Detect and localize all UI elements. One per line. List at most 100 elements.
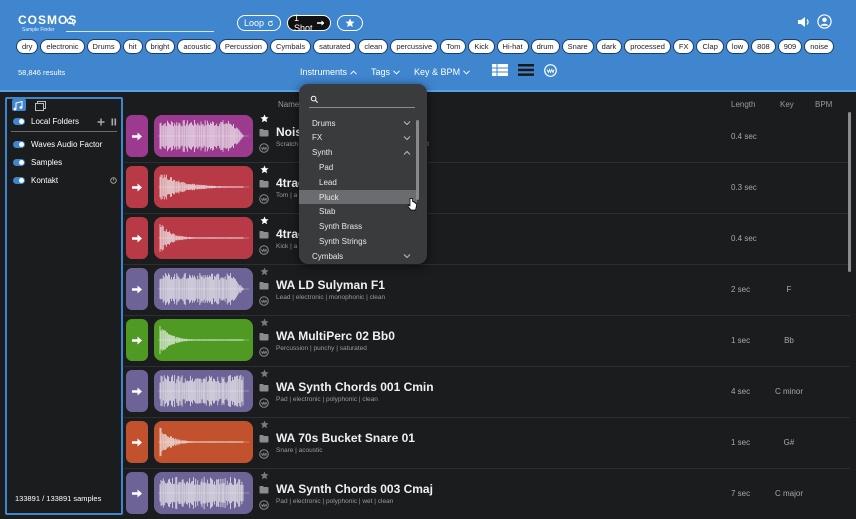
tag-pill[interactable]: drum bbox=[530, 39, 560, 54]
waveform[interactable] bbox=[154, 217, 253, 259]
add-icon[interactable] bbox=[97, 118, 105, 126]
search-box[interactable] bbox=[66, 17, 214, 32]
waveform[interactable] bbox=[154, 268, 253, 310]
table-row[interactable]: WA 70s Bucket Snare 01 Snare | acoustic … bbox=[124, 418, 850, 469]
star-icon[interactable] bbox=[260, 420, 269, 429]
waveform[interactable] bbox=[154, 319, 253, 361]
column-length[interactable]: Length bbox=[731, 100, 755, 109]
folder-add-icon[interactable] bbox=[259, 435, 269, 443]
dropdown-item[interactable]: FX bbox=[299, 131, 417, 145]
dropdown-search[interactable] bbox=[309, 94, 415, 108]
waves-logo-icon[interactable] bbox=[259, 245, 269, 255]
folder-add-icon[interactable] bbox=[259, 231, 269, 239]
folder-add-icon[interactable] bbox=[259, 333, 269, 341]
tag-pill[interactable]: Snare bbox=[561, 39, 594, 54]
table-row[interactable]: WA LD Sulyman F1 Lead | electronic | mon… bbox=[124, 265, 850, 316]
waves-audio-factor-toggle[interactable] bbox=[13, 141, 25, 148]
local-folders-toggle[interactable] bbox=[13, 118, 25, 125]
dropdown-item[interactable]: Drums bbox=[299, 116, 417, 130]
tag-pill[interactable]: Drums bbox=[86, 39, 121, 54]
dropdown-item[interactable]: Cymbals bbox=[299, 249, 417, 263]
tag-pill[interactable]: clean bbox=[358, 39, 389, 54]
dropdown-item[interactable]: Synth Strings bbox=[299, 234, 417, 248]
folder-add-icon[interactable] bbox=[259, 129, 269, 137]
folder-add-icon[interactable] bbox=[259, 384, 269, 392]
star-icon[interactable] bbox=[260, 165, 269, 174]
dropdown-item[interactable]: Synth bbox=[299, 146, 417, 160]
tag-pill[interactable]: low bbox=[725, 39, 750, 54]
column-name[interactable]: Name bbox=[278, 100, 299, 109]
waves-logo-icon[interactable] bbox=[259, 449, 269, 459]
folder-add-icon[interactable] bbox=[259, 282, 269, 290]
tag-pill[interactable]: processed bbox=[624, 39, 671, 54]
waves-logo-icon[interactable] bbox=[544, 64, 557, 77]
folder-add-icon[interactable] bbox=[259, 180, 269, 188]
tag-pill[interactable]: Clap bbox=[696, 39, 724, 54]
waveform[interactable] bbox=[154, 166, 253, 208]
tag-pill[interactable]: Tom bbox=[440, 39, 467, 54]
tag-pill[interactable]: 808 bbox=[751, 39, 776, 54]
play-button[interactable] bbox=[126, 115, 148, 157]
pause-icon[interactable] bbox=[111, 118, 117, 126]
one-shot-button[interactable]: 1 Shot bbox=[287, 13, 331, 33]
star-icon[interactable] bbox=[260, 471, 269, 480]
dropdown-item[interactable]: Lead bbox=[299, 175, 417, 189]
folder-add-icon[interactable] bbox=[259, 486, 269, 494]
sidebar-item-samples[interactable]: Samples bbox=[13, 158, 117, 167]
play-button[interactable] bbox=[126, 217, 148, 259]
loop-button[interactable]: Loop bbox=[237, 15, 281, 31]
dropdown-item[interactable]: Pad bbox=[299, 160, 417, 174]
table-row[interactable]: 4trac Tom | a 0.3 sec bbox=[124, 163, 850, 214]
volume-icon[interactable] bbox=[797, 15, 811, 29]
sidebar-item-kontakt[interactable]: Kontakt bbox=[13, 176, 117, 185]
samples-toggle[interactable] bbox=[13, 159, 25, 166]
tags-filter[interactable]: Tags bbox=[371, 67, 400, 77]
grid-view-icon[interactable] bbox=[492, 64, 508, 76]
column-bpm[interactable]: BPM bbox=[815, 100, 832, 109]
list-view-icon[interactable] bbox=[518, 64, 534, 76]
kontakt-toggle[interactable] bbox=[13, 177, 25, 184]
star-icon[interactable] bbox=[260, 318, 269, 327]
play-button[interactable] bbox=[126, 166, 148, 208]
tag-pill[interactable]: acoustic bbox=[177, 39, 217, 54]
waves-logo-icon[interactable] bbox=[259, 296, 269, 306]
tag-pill[interactable]: Kick bbox=[468, 39, 495, 54]
column-key[interactable]: Key bbox=[780, 100, 794, 109]
sidebar-item-waves-audio-factor[interactable]: Waves Audio Factor bbox=[13, 140, 117, 149]
dropdown-item[interactable]: Stab bbox=[299, 205, 417, 219]
dropdown-item[interactable]: Pluck bbox=[299, 190, 417, 204]
dropdown-scrollbar[interactable] bbox=[416, 120, 419, 200]
star-icon[interactable] bbox=[260, 267, 269, 276]
tag-pill[interactable]: 909 bbox=[777, 39, 803, 54]
table-row[interactable]: Nois Scratchght 0.4 sec bbox=[124, 112, 850, 163]
play-button[interactable] bbox=[126, 268, 148, 310]
key-bpm-filter[interactable]: Key & BPM bbox=[414, 67, 470, 77]
star-icon[interactable] bbox=[260, 114, 269, 123]
user-account-icon[interactable] bbox=[817, 14, 832, 29]
list-scrollbar[interactable] bbox=[848, 112, 851, 272]
tag-pill[interactable]: Percussion bbox=[218, 39, 268, 54]
waveform[interactable] bbox=[154, 421, 253, 463]
waves-logo-icon[interactable] bbox=[259, 347, 269, 357]
tag-pill[interactable]: dark bbox=[595, 39, 623, 54]
play-button[interactable] bbox=[126, 421, 148, 463]
waves-logo-icon[interactable] bbox=[259, 143, 269, 153]
tag-pill[interactable]: electronic bbox=[40, 39, 85, 54]
tag-pill[interactable]: Cymbals bbox=[269, 39, 312, 54]
instruments-filter[interactable]: Instruments bbox=[300, 67, 357, 77]
dropdown-item[interactable]: Synth Brass bbox=[299, 220, 417, 234]
tag-pill[interactable]: bright bbox=[144, 39, 176, 54]
waveform[interactable] bbox=[154, 370, 253, 412]
tag-pill[interactable]: percussive bbox=[390, 39, 439, 54]
table-row[interactable]: 4trac Kick | a 0.4 sec bbox=[124, 214, 850, 265]
favorites-button[interactable] bbox=[337, 15, 363, 31]
tag-pill[interactable]: FX bbox=[672, 39, 695, 54]
play-button[interactable] bbox=[126, 370, 148, 412]
tag-pill[interactable]: dry bbox=[16, 39, 39, 54]
tag-pill[interactable]: Hi-hat bbox=[496, 39, 529, 54]
star-icon[interactable] bbox=[260, 369, 269, 378]
tag-pill[interactable]: noise bbox=[804, 39, 835, 54]
waves-logo-icon[interactable] bbox=[259, 398, 269, 408]
table-row[interactable]: WA MultiPerc 02 Bb0 Percussion | punchy … bbox=[124, 316, 850, 367]
play-button[interactable] bbox=[126, 319, 148, 361]
